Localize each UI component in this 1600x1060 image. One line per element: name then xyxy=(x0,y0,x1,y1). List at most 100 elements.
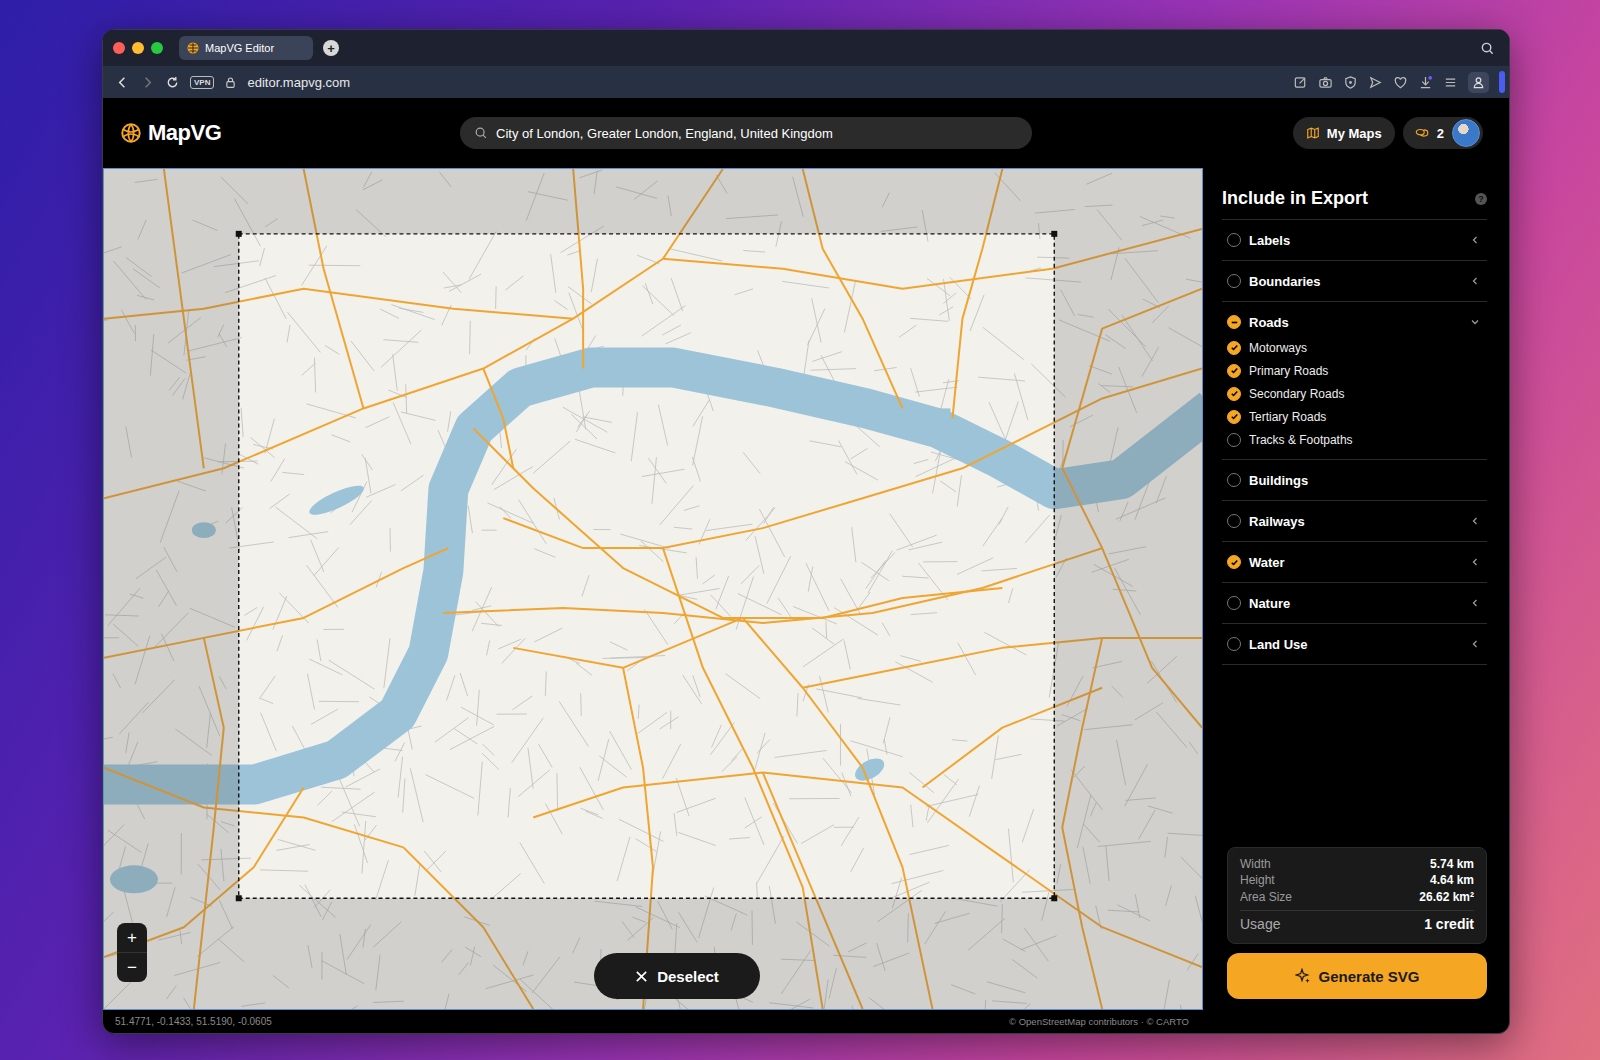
new-tab-button[interactable]: + xyxy=(323,40,339,56)
selection-handle[interactable] xyxy=(236,895,242,901)
minimize-button[interactable] xyxy=(132,42,144,54)
profile-button[interactable] xyxy=(1468,72,1489,93)
logo-text: MapVG xyxy=(148,120,221,146)
map-canvas[interactable] xyxy=(104,169,1202,1009)
close-icon xyxy=(635,970,648,983)
sidebar-toggle[interactable] xyxy=(1499,71,1505,93)
zoom-out-button[interactable]: − xyxy=(117,952,147,982)
selection-handle[interactable] xyxy=(1051,231,1057,237)
layer-row[interactable]: Buildings xyxy=(1222,460,1487,500)
my-maps-label: My Maps xyxy=(1327,126,1382,141)
deselect-button[interactable]: Deselect xyxy=(594,953,760,999)
chevron-left-icon[interactable] xyxy=(1469,275,1481,287)
shield-icon[interactable] xyxy=(1343,75,1358,90)
sublayer-row[interactable]: Primary Roads xyxy=(1227,359,1487,382)
layer-checkbox[interactable] xyxy=(1227,233,1241,247)
sublayer-row[interactable]: Secondary Roads xyxy=(1227,382,1487,405)
stat-label: Width xyxy=(1240,857,1271,871)
editor: + − Deselect 51.4771, -0.1433, 51.5190, … xyxy=(103,168,1509,1033)
layer-row[interactable]: Land Use xyxy=(1222,624,1487,664)
forward-icon[interactable] xyxy=(140,75,155,90)
layer-checkbox[interactable] xyxy=(1227,274,1241,288)
stat-row: Width 5.74 km xyxy=(1240,856,1474,873)
deselect-label: Deselect xyxy=(657,968,719,985)
camera-icon[interactable] xyxy=(1318,75,1333,90)
stat-value: 4.64 km xyxy=(1430,873,1474,887)
layer-checkbox[interactable] xyxy=(1227,514,1241,528)
help-button[interactable]: ? xyxy=(1475,193,1487,205)
generate-label: Generate SVG xyxy=(1319,968,1420,985)
layer-checkbox[interactable] xyxy=(1227,473,1241,487)
vpn-badge[interactable]: VPN xyxy=(190,76,214,89)
browser-window: MapVG Editor + VPN editor.mapvg.com MapV… xyxy=(102,29,1510,1034)
reload-icon[interactable] xyxy=(165,75,180,90)
sublayer-list: Motorways Primary Roads Secondary Roads … xyxy=(1222,336,1487,459)
browser-tab[interactable]: MapVG Editor xyxy=(179,36,313,60)
sublayer-label: Tracks & Footpaths xyxy=(1249,433,1353,447)
location-search[interactable]: City of London, Greater London, England,… xyxy=(460,117,1032,149)
layer-label: Buildings xyxy=(1249,473,1308,488)
zoom-in-button[interactable]: + xyxy=(117,923,147,952)
map[interactable]: + − Deselect xyxy=(103,168,1203,1010)
map-icon xyxy=(1306,126,1320,140)
send-icon[interactable] xyxy=(1368,75,1383,90)
layer-checkbox[interactable] xyxy=(1227,637,1241,651)
lock-icon xyxy=(224,76,237,89)
check-icon xyxy=(1229,365,1240,376)
menu-icon[interactable] xyxy=(1443,75,1458,90)
layer-row[interactable]: Water xyxy=(1222,542,1487,582)
my-maps-button[interactable]: My Maps xyxy=(1293,117,1395,149)
sublayer-checkbox[interactable] xyxy=(1227,433,1241,447)
chevron-left-icon[interactable] xyxy=(1469,515,1481,527)
globe-icon xyxy=(187,42,199,54)
chevron-left-icon[interactable] xyxy=(1469,556,1481,568)
layer-group: Railways xyxy=(1222,501,1487,542)
layer-checkbox[interactable] xyxy=(1227,596,1241,610)
layer-checkbox[interactable] xyxy=(1227,555,1241,569)
logo[interactable]: MapVG xyxy=(120,120,460,146)
sublayer-row[interactable]: Motorways xyxy=(1227,336,1487,359)
stat-row: Height 4.64 km xyxy=(1240,872,1474,889)
layer-label: Railways xyxy=(1249,514,1305,529)
chevron-left-icon[interactable] xyxy=(1469,638,1481,650)
sublayer-label: Tertiary Roads xyxy=(1249,410,1326,424)
download-icon[interactable] xyxy=(1418,75,1433,90)
selection-box[interactable] xyxy=(239,234,1055,898)
credits-pill[interactable]: 2 xyxy=(1403,117,1483,149)
layer-label: Boundaries xyxy=(1249,274,1321,289)
layer-row[interactable]: Railways xyxy=(1222,501,1487,541)
search-icon[interactable] xyxy=(1480,41,1495,56)
layer-row[interactable]: Labels xyxy=(1222,220,1487,260)
layer-label: Nature xyxy=(1249,596,1290,611)
heart-icon[interactable] xyxy=(1393,75,1408,90)
sublayer-checkbox[interactable] xyxy=(1227,387,1241,401)
sublayer-row[interactable]: Tertiary Roads xyxy=(1227,405,1487,428)
layer-group: Buildings xyxy=(1222,460,1487,501)
chevron-down-icon[interactable] xyxy=(1469,316,1481,328)
check-icon xyxy=(1229,557,1240,568)
stat-value: 26.62 km² xyxy=(1419,890,1474,904)
attribution[interactable]: © OpenStreetMap contributors · © CARTO xyxy=(1009,1016,1189,1027)
layer-group: Labels xyxy=(1222,220,1487,261)
chevron-left-icon[interactable] xyxy=(1469,597,1481,609)
selection-handle[interactable] xyxy=(236,231,242,237)
zoom-button[interactable] xyxy=(151,42,163,54)
edit-icon[interactable] xyxy=(1293,75,1308,90)
selection-handle[interactable] xyxy=(1051,895,1057,901)
chevron-left-icon[interactable] xyxy=(1469,234,1481,246)
layer-row[interactable]: Nature xyxy=(1222,583,1487,623)
layer-row[interactable]: Boundaries xyxy=(1222,261,1487,301)
sublayer-label: Motorways xyxy=(1249,341,1307,355)
layer-row[interactable]: Roads xyxy=(1222,302,1487,342)
close-button[interactable] xyxy=(113,42,125,54)
sublayer-checkbox[interactable] xyxy=(1227,364,1241,378)
sublayer-checkbox[interactable] xyxy=(1227,341,1241,355)
user-avatar[interactable] xyxy=(1452,119,1480,147)
back-icon[interactable] xyxy=(115,75,130,90)
generate-svg-button[interactable]: Generate SVG xyxy=(1227,953,1487,999)
sublayer-row[interactable]: Tracks & Footpaths xyxy=(1227,428,1487,451)
layer-checkbox[interactable] xyxy=(1227,315,1241,329)
check-icon xyxy=(1229,342,1240,353)
sublayer-checkbox[interactable] xyxy=(1227,410,1241,424)
url-field[interactable]: editor.mapvg.com xyxy=(247,75,350,90)
